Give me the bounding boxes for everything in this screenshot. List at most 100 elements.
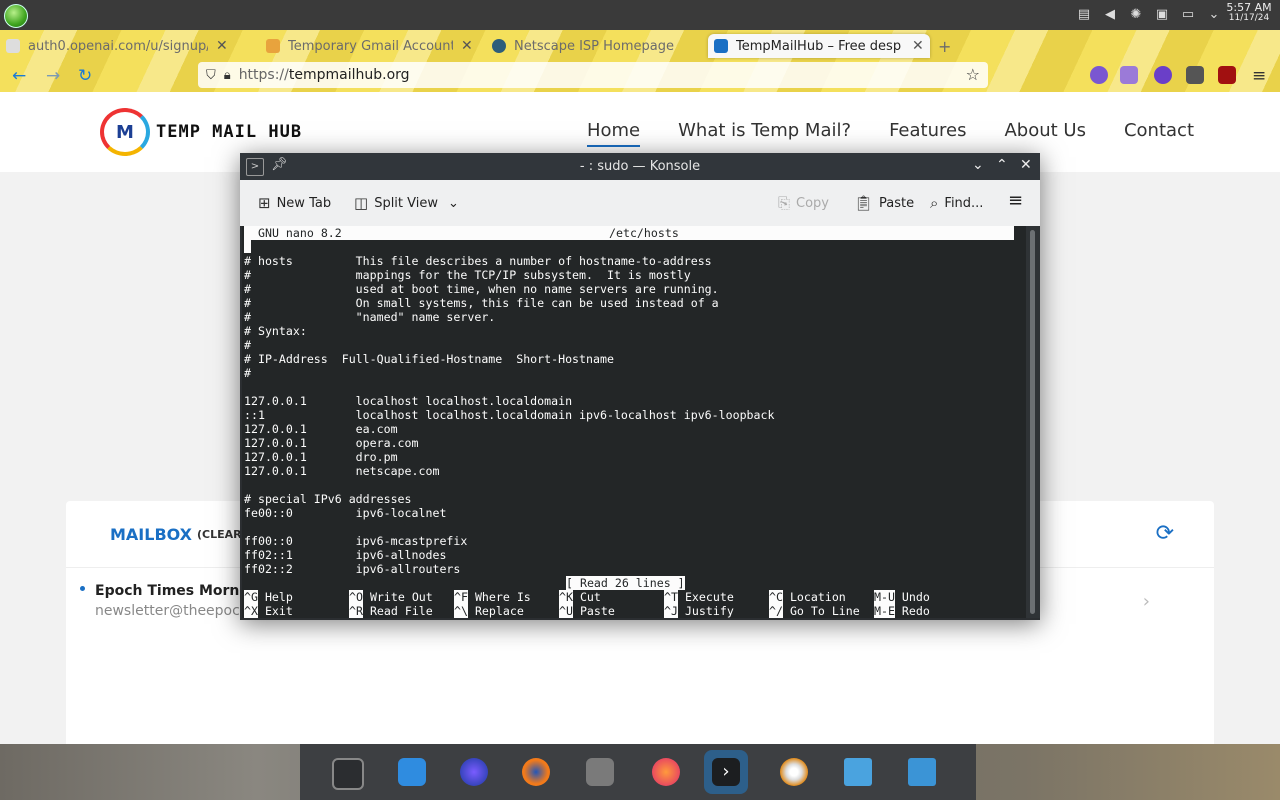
files-alt-app-icon[interactable] — [900, 750, 944, 794]
new-tab-button[interactable]: + — [938, 34, 958, 58]
app-launcher-icon[interactable] — [4, 4, 28, 28]
lock-icon[interactable]: 🔒︎ — [224, 68, 231, 83]
nano-shortcut[interactable]: M-E Redo — [874, 604, 930, 618]
file-line: # used at boot time, when no name server… — [244, 282, 719, 296]
tab-gmail[interactable]: Temporary Gmail Account ✕ — [260, 34, 480, 58]
save-icon[interactable]: ▣ — [1154, 6, 1170, 22]
file-line: 127.0.0.1 dro.pm — [244, 450, 398, 464]
scrollbar-thumb[interactable] — [1030, 230, 1035, 614]
clock[interactable]: 5:57 AM 11/17/24 — [1226, 2, 1272, 24]
close-window-icon[interactable]: ✕ — [1020, 157, 1032, 173]
nav-about-us[interactable]: About Us — [1004, 120, 1086, 147]
shortcut-label: Replace — [467, 604, 524, 618]
site-logo[interactable]: M TEMP MAIL HUB — [100, 108, 302, 156]
nano-shortcut[interactable]: ^J Justify — [664, 604, 734, 618]
forward-icon[interactable]: → — [46, 66, 60, 86]
url-bar[interactable]: ⛉ 🔒︎ https://tempmailhub.org ☆ — [198, 62, 988, 88]
file-line: # IP-Address Full-Qualified-Hostname Sho… — [244, 352, 614, 366]
browser-chrome: auth0.openai.com/u/signup/ ✕ Temporary G… — [0, 30, 1280, 92]
files-app-icon[interactable] — [836, 750, 880, 794]
shortcut-label: Where Is — [467, 590, 531, 604]
mailbox-clear-button[interactable]: (CLEAR — [197, 528, 242, 541]
nano-shortcut[interactable]: ^\ Replace — [454, 604, 524, 618]
shortcut-key: ^J — [664, 604, 678, 618]
nano-shortcut[interactable]: ^T Execute — [664, 590, 734, 604]
bookmark-star-icon[interactable]: ☆ — [966, 65, 980, 84]
refresh-icon[interactable]: ⟳ — [1156, 521, 1174, 546]
maximize-icon[interactable]: ⌃ — [996, 157, 1008, 173]
nav-features[interactable]: Features — [889, 120, 966, 147]
file-line: # "named" name server. — [244, 310, 496, 324]
nav-home[interactable]: Home — [586, 120, 641, 147]
clipboard-icon[interactable]: ▤ — [1076, 6, 1092, 22]
chevron-right-icon[interactable]: › — [1143, 591, 1150, 612]
find-label: Find... — [944, 195, 984, 211]
editor-app-icon[interactable] — [578, 750, 622, 794]
new-tab-toolbar-button[interactable]: ⊞ New Tab — [258, 194, 331, 212]
shortcut-key: ^T — [664, 590, 678, 604]
tab-strip: auth0.openai.com/u/signup/ ✕ Temporary G… — [0, 30, 1280, 60]
unread-dot-icon — [80, 586, 85, 591]
firefox-nightly-app-icon[interactable] — [452, 750, 496, 794]
volume-muted-icon[interactable]: ◀ — [1102, 6, 1118, 22]
nav-what-is-temp-mail[interactable]: What is Temp Mail? — [678, 120, 851, 147]
nano-shortcut[interactable]: ^G Help — [244, 590, 293, 604]
find-button[interactable]: ⌕ Find... — [930, 194, 983, 212]
chevron-down-icon[interactable]: ⌄ — [1206, 6, 1222, 22]
tab-openai[interactable]: auth0.openai.com/u/signup/ ✕ — [0, 34, 250, 58]
tab-label: auth0.openai.com/u/signup/ — [28, 38, 208, 54]
tab-tempmailhub[interactable]: TempMailHub – Free desp ✕ — [708, 34, 930, 58]
file-line: ff00::0 ipv6-mcastprefix — [244, 534, 468, 548]
nano-shortcut[interactable]: ^X Exit — [244, 604, 293, 618]
nano-shortcut[interactable]: ^K Cut — [559, 590, 601, 604]
nav-contact[interactable]: Contact — [1124, 120, 1194, 147]
nano-shortcut[interactable]: ^R Read File — [349, 604, 433, 618]
vpn-extension-icon[interactable] — [1090, 66, 1108, 84]
settings-app-icon[interactable] — [324, 750, 368, 794]
downloads-icon[interactable] — [1120, 66, 1138, 84]
account-icon[interactable] — [1154, 66, 1172, 84]
copy-label: Copy — [796, 195, 829, 211]
hamburger-menu-button[interactable]: ≡ — [1008, 190, 1023, 211]
reload-icon[interactable]: ↻ — [78, 66, 92, 86]
ublock-icon[interactable] — [1218, 66, 1236, 84]
shortcut-key: ^X — [244, 604, 258, 618]
firefox-app-icon[interactable] — [514, 750, 558, 794]
paste-button[interactable]: 📋︎ Paste — [854, 194, 914, 212]
close-tab-icon[interactable]: ✕ — [216, 38, 228, 54]
split-view-button[interactable]: ◫ Split View ⌄ — [354, 194, 459, 212]
nano-shortcut[interactable]: ^/ Go To Line — [769, 604, 860, 618]
logo-text: TEMP MAIL HUB — [156, 122, 303, 142]
nano-shortcut[interactable]: M-U Undo — [874, 590, 930, 604]
nano-shortcut[interactable]: ^O Write Out — [349, 590, 433, 604]
close-tab-icon[interactable]: ✕ — [912, 38, 924, 54]
extensions-icon[interactable] — [1186, 66, 1204, 84]
nano-shortcut[interactable]: ^F Where Is — [454, 590, 531, 604]
file-line: # On small systems, this file can be use… — [244, 296, 719, 310]
terminal-area[interactable]: GNU nano 8.2/etc/hosts # hosts This file… — [242, 226, 1026, 618]
back-icon[interactable]: ← — [12, 66, 26, 86]
brightness-icon[interactable]: ✺ — [1128, 6, 1144, 22]
dock-background: › — [0, 744, 1280, 800]
menu-icon[interactable]: ≡ — [1252, 66, 1266, 86]
nano-shortcut[interactable]: ^U Paste — [559, 604, 615, 618]
display-icon[interactable]: ▭ — [1180, 6, 1196, 22]
shortcut-key: ^G — [244, 590, 258, 604]
tab-netscape[interactable]: Netscape ISP Homepage — [486, 34, 696, 58]
tab-label: Temporary Gmail Account — [288, 38, 453, 54]
minimize-icon[interactable]: ⌄ — [972, 157, 984, 173]
nano-shortcut[interactable]: ^C Location — [769, 590, 846, 604]
file-line: 127.0.0.1 opera.com — [244, 436, 419, 450]
firefox-alt-app-icon[interactable] — [644, 750, 688, 794]
file-line: fe00::0 ipv6-localnet — [244, 506, 447, 520]
terminal-scrollbar[interactable] — [1026, 226, 1040, 618]
close-tab-icon[interactable]: ✕ — [461, 38, 473, 54]
nano-title-bar: GNU nano 8.2/etc/hosts — [244, 226, 1014, 240]
copy-button[interactable]: ⎘ Copy — [778, 194, 829, 212]
disc-app-icon[interactable] — [772, 750, 816, 794]
konsole-titlebar[interactable]: > 📌︎ - : sudo — Konsole ⌄ ⌃ ✕ — [240, 153, 1040, 180]
store-app-icon[interactable] — [390, 750, 434, 794]
shortcut-label: Paste — [572, 604, 615, 618]
konsole-app-icon[interactable]: › — [704, 750, 748, 794]
shield-icon[interactable]: ⛉ — [206, 68, 216, 83]
